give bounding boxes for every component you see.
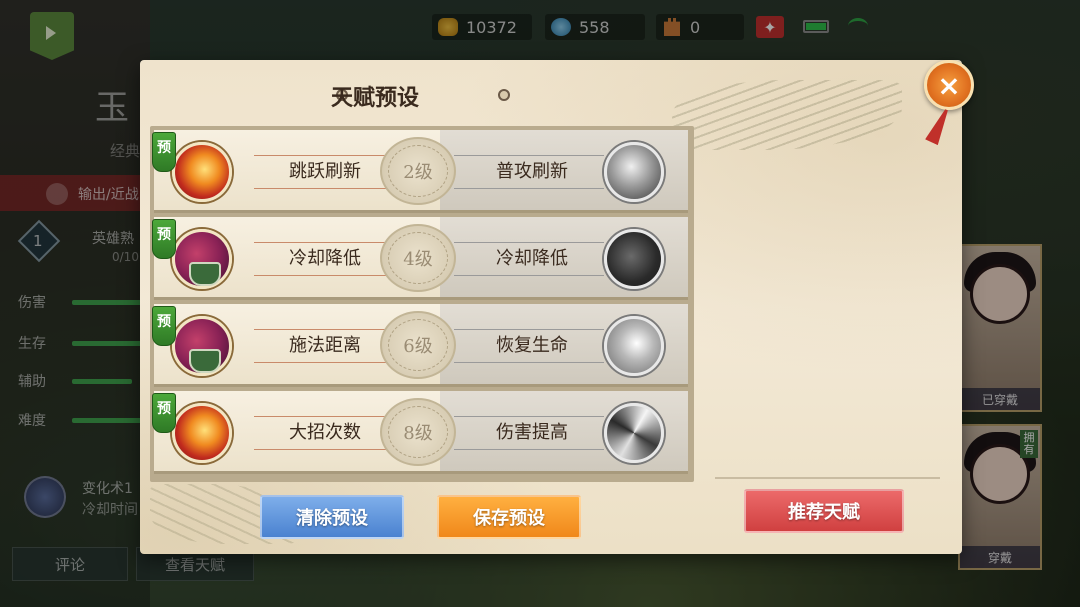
potion-talent-icon[interactable]	[172, 316, 232, 376]
preset-tag: 预	[152, 306, 176, 346]
dialog-title: 天赋预设	[330, 86, 419, 111]
talent-row: 预 跳跃刷新 2级 普攻刷新	[152, 130, 688, 213]
level-badge: 2级	[380, 137, 456, 205]
preset-tag: 预	[152, 132, 176, 172]
left-talent-label[interactable]: 施法距离	[250, 304, 400, 384]
left-talent-label[interactable]: 冷却降低	[250, 217, 400, 297]
heal-talent-icon[interactable]	[604, 316, 664, 376]
right-talent-label[interactable]: 冷却降低	[472, 217, 592, 297]
talent-row: 预 施法距离 6级 恢复生命	[152, 304, 688, 387]
punch-talent-icon[interactable]	[604, 142, 664, 202]
potion-talent-icon[interactable]	[172, 229, 232, 289]
left-talent-label[interactable]: 跳跃刷新	[250, 130, 400, 210]
fire-talent-icon[interactable]	[172, 403, 232, 463]
clear-preset-button[interactable]: 清除预设	[260, 495, 404, 539]
left-talent-label[interactable]: 大招次数	[250, 391, 400, 471]
level-badge: 4级	[380, 224, 456, 292]
right-talent-label[interactable]: 普攻刷新	[472, 130, 592, 210]
swirl-talent-icon[interactable]	[604, 403, 664, 463]
talent-row: 预 大招次数 8级 伤害提高	[152, 391, 688, 474]
preset-tag: 预	[152, 393, 176, 433]
divider	[715, 477, 940, 479]
fire-talent-icon[interactable]	[172, 142, 232, 202]
close-button[interactable]: ×	[924, 60, 974, 110]
pot-talent-icon[interactable]	[604, 229, 664, 289]
talent-row: 预 冷却降低 4级 冷却降低	[152, 217, 688, 300]
right-talent-label[interactable]: 伤害提高	[472, 391, 592, 471]
level-badge: 6级	[380, 311, 456, 379]
recommend-talent-button[interactable]: 推荐天赋	[744, 489, 904, 533]
right-talent-label[interactable]: 恢复生命	[472, 304, 592, 384]
leaf-decoration	[672, 80, 902, 150]
level-badge: 8级	[380, 398, 456, 466]
save-preset-button[interactable]: 保存预设	[437, 495, 581, 539]
title-ornament-right	[498, 89, 510, 101]
preset-tag: 预	[152, 219, 176, 259]
